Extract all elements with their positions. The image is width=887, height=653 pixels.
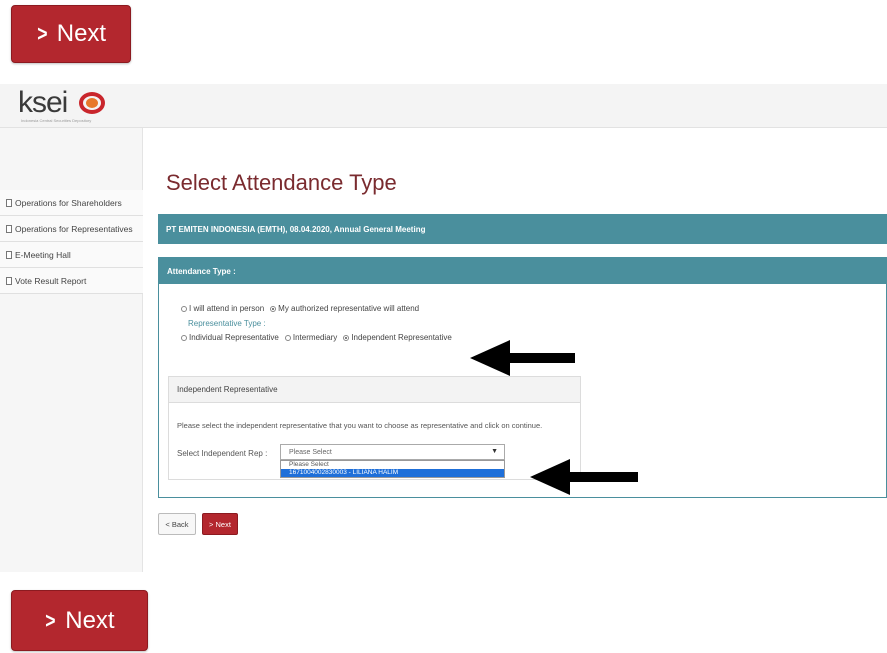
representative-type-label: Representative Type : [188, 319, 266, 328]
independent-rep-dropdown: Please Select 1671004002830003 - LILIANA… [280, 460, 505, 478]
authorized-representative-label: My authorized representative will attend [278, 304, 420, 313]
document-icon [6, 276, 12, 285]
independent-rep-select[interactable]: Please Select ▼ [280, 444, 505, 460]
radio-selected-icon[interactable] [270, 305, 277, 312]
logo-subtitle: Indonesia Central Securities Depository [21, 118, 92, 123]
radio-icon[interactable] [284, 334, 291, 341]
chevron-right-icon: > [37, 21, 48, 46]
attend-in-person-option[interactable]: I will attend in person [181, 304, 264, 313]
representative-type-options: Individual Representative Intermediary I… [181, 333, 458, 342]
dropdown-option-please-select[interactable]: Please Select [281, 461, 504, 469]
sidebar-item-label: Operations for Shareholders [15, 197, 122, 208]
intermediary-label: Intermediary [292, 333, 338, 342]
radio-icon[interactable] [181, 334, 187, 341]
sidebar-item-operations-shareholders[interactable]: Operations for Shareholders [0, 190, 143, 216]
page-title: Select Attendance Type [166, 170, 397, 195]
next-button[interactable]: > Next [202, 513, 238, 535]
sidebar-item-label: Operations for Representatives [15, 223, 133, 234]
action-buttons: < Back > Next [158, 513, 238, 535]
select-value: Please Select [289, 448, 332, 456]
radio-icon[interactable] [181, 305, 187, 312]
radio-selected-icon[interactable] [343, 334, 350, 341]
individual-representative-option[interactable]: Individual Representative [181, 333, 279, 342]
sidebar-item-label: E-Meeting Hall [15, 249, 71, 260]
attendance-header: Attendance Type : [159, 258, 886, 284]
sidebar-menu: Operations for Shareholders Operations f… [0, 190, 143, 294]
document-icon [6, 224, 12, 233]
logo: ksei [18, 86, 68, 119]
chevron-down-icon: ▼ [491, 448, 498, 455]
attendance-options: I will attend in person My authorized re… [181, 304, 425, 313]
authorized-representative-option[interactable]: My authorized representative will attend [270, 304, 419, 313]
next-button-bottom-label: Next [65, 606, 115, 634]
sidebar-item-vote-result-report[interactable]: Vote Result Report [0, 268, 143, 294]
next-button-bottom[interactable]: > Next [11, 590, 148, 651]
app-header: ksei Indonesia Central Securities Deposi… [0, 84, 887, 128]
sidebar-item-label: Vote Result Report [15, 275, 87, 286]
event-info-bar: PT EMITEN INDONESIA (EMTH), 08.04.2020, … [158, 214, 887, 244]
next-button-top-label: Next [56, 20, 107, 47]
next-button-top[interactable]: > Next [11, 5, 131, 63]
arrow-left-icon [530, 459, 638, 495]
independent-representative-box: Independent Representative Please select… [168, 376, 581, 480]
select-independent-rep-label: Select Independent Rep : [177, 449, 268, 458]
sidebar-item-emeeting-hall[interactable]: E-Meeting Hall [0, 242, 143, 268]
independent-representative-option[interactable]: Independent Representative [343, 333, 452, 342]
back-button[interactable]: < Back [158, 513, 196, 535]
attend-in-person-label: I will attend in person [189, 304, 265, 313]
independent-representative-label: Independent Representative [351, 333, 452, 342]
logo-ring-icon [79, 92, 105, 114]
arrow-left-icon [470, 340, 575, 376]
independent-representative-header: Independent Representative [169, 377, 580, 403]
dropdown-option-liliana-halim[interactable]: 1671004002830003 - LILIANA HALIM [281, 469, 504, 477]
document-icon [6, 250, 12, 259]
instruction-text: Please select the independent representa… [177, 421, 543, 430]
sidebar: Operations for Shareholders Operations f… [0, 128, 143, 572]
intermediary-option[interactable]: Intermediary [284, 333, 338, 342]
individual-representative-label: Individual Representative [189, 333, 279, 342]
screenshot-panel: ksei Indonesia Central Securities Deposi… [0, 84, 887, 572]
sidebar-item-operations-representatives[interactable]: Operations for Representatives [0, 216, 143, 242]
document-icon [6, 198, 12, 207]
attendance-panel: Attendance Type : I will attend in perso… [158, 257, 887, 498]
chevron-right-icon: > [45, 607, 56, 633]
